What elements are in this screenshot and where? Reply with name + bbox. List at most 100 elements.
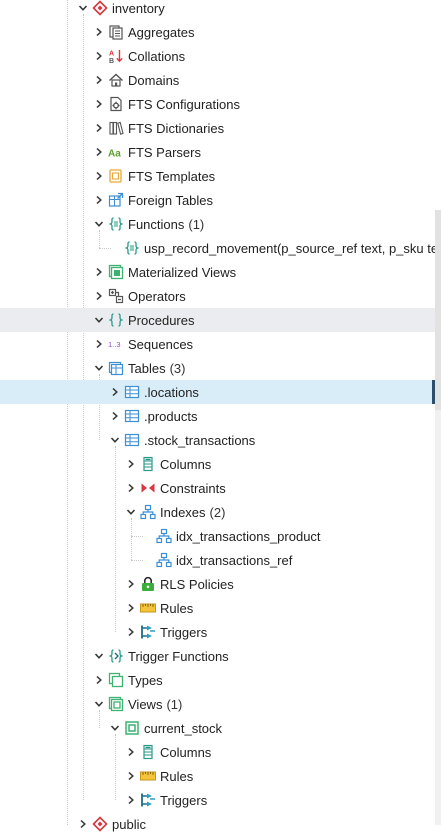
chevron-right-icon[interactable] [92, 116, 106, 140]
tree-node-label: .locations [144, 384, 199, 400]
tree-node-foreign-tables[interactable]: Foreign Tables [0, 188, 435, 212]
chevron-down-icon[interactable] [92, 308, 106, 332]
tree-node-procedures[interactable]: Procedures [0, 308, 435, 332]
tree-node-fts-configurations[interactable]: FTS Configurations [0, 92, 435, 116]
chevron-right-icon[interactable] [92, 188, 106, 212]
chevron-right-icon[interactable] [124, 740, 138, 764]
tree-node-index[interactable]: idx_transactions_product [0, 524, 435, 548]
chevron-right-icon[interactable] [124, 620, 138, 644]
chevron-right-icon[interactable] [108, 404, 122, 428]
tree-node-table[interactable]: .locations [0, 380, 435, 404]
types-icon [108, 672, 124, 688]
tree-node-indexes[interactable]: Indexes (2) [0, 500, 435, 524]
chevron-right-icon[interactable] [92, 68, 106, 92]
tree-node-schema[interactable]: inventory [0, 0, 435, 20]
tree-node-label: Types [128, 672, 163, 688]
chevron-right-icon[interactable] [92, 92, 106, 116]
tree-node-label: Aggregates [128, 24, 195, 40]
vertical-scrollbar-thumb[interactable] [435, 210, 441, 410]
tree-node-index[interactable]: idx_transactions_ref [0, 548, 435, 572]
tree-node-label: .products [144, 408, 198, 424]
leaf-spacer [140, 524, 154, 548]
tree-node-rules[interactable]: Rules [0, 596, 435, 620]
rls-policies-icon [140, 576, 156, 592]
tree-node-count: (1) [166, 696, 183, 712]
tree-node-triggers[interactable]: Triggers [0, 620, 435, 644]
tree-node-rls-policies[interactable]: RLS Policies [0, 572, 435, 596]
chevron-right-icon[interactable] [124, 572, 138, 596]
tree-node-trigger-functions[interactable]: Trigger Functions [0, 644, 435, 668]
chevron-right-icon[interactable] [92, 332, 106, 356]
chevron-right-icon[interactable] [76, 812, 90, 836]
operators-icon [108, 288, 124, 304]
functions-icon [108, 216, 124, 232]
tree-node-sequences[interactable]: 1..3 Sequences [0, 332, 435, 356]
chevron-down-icon[interactable] [124, 500, 138, 524]
chevron-right-icon[interactable] [92, 164, 106, 188]
chevron-right-icon[interactable] [92, 260, 106, 284]
tree-node-columns[interactable]: Columns [0, 740, 435, 764]
chevron-right-icon[interactable] [92, 668, 106, 692]
tree-node-columns[interactable]: Columns [0, 452, 435, 476]
tree-node-collations[interactable]: A B Collations [0, 44, 435, 68]
selection-indicator [432, 380, 435, 404]
tree-node-label: Operators [128, 288, 186, 304]
fts-templates-icon [108, 168, 124, 184]
tree-node-aggregates[interactable]: Aggregates [0, 20, 435, 44]
tree-node-view[interactable]: current_stock [0, 716, 435, 740]
chevron-right-icon[interactable] [124, 764, 138, 788]
chevron-right-icon[interactable] [92, 20, 106, 44]
tree-node-domains[interactable]: Domains [0, 68, 435, 92]
tree-node-operators[interactable]: Operators [0, 284, 435, 308]
domains-icon [108, 72, 124, 88]
chevron-down-icon[interactable] [92, 644, 106, 668]
tree-node-label: Tables [128, 360, 166, 376]
chevron-right-icon[interactable] [124, 452, 138, 476]
tree-node-views[interactable]: Views (1) [0, 692, 435, 716]
svg-text:1..3: 1..3 [108, 340, 121, 349]
table-icon [124, 408, 140, 424]
chevron-right-icon[interactable] [124, 596, 138, 620]
chevron-down-icon[interactable] [92, 212, 106, 236]
tree-node-label: Rules [160, 600, 194, 616]
chevron-right-icon[interactable] [92, 44, 106, 68]
tree-node-fts-dictionaries[interactable]: FTS Dictionaries [0, 116, 435, 140]
tree-node-label: usp_record_movement(p_source_ref text, p… [144, 240, 435, 256]
tree-node-table[interactable]: .products [0, 404, 435, 428]
tree-node-rules[interactable]: Rules [0, 764, 435, 788]
schema-icon [92, 816, 108, 832]
chevron-down-icon[interactable] [108, 428, 122, 452]
tree-node-table[interactable]: .stock_transactions [0, 428, 435, 452]
chevron-down-icon[interactable] [92, 692, 106, 716]
tree-node-label: RLS Policies [160, 576, 234, 592]
tree-node-count: (1) [188, 216, 205, 232]
tree-node-label: Columns [160, 744, 212, 760]
tree-node-function[interactable]: usp_record_movement(p_source_ref text, p… [0, 236, 435, 260]
tree-node-fts-templates[interactable]: FTS Templates [0, 164, 435, 188]
tree-node-label: Domains [128, 72, 180, 88]
chevron-down-icon[interactable] [76, 0, 90, 20]
table-icon [124, 432, 140, 448]
tree-node-label: Trigger Functions [128, 648, 229, 664]
tree-node-triggers[interactable]: Triggers [0, 788, 435, 812]
tree-node-label: Sequences [128, 336, 194, 352]
svg-text:A: A [109, 51, 114, 58]
tree-node-schema[interactable]: public [0, 812, 435, 836]
chevron-right-icon[interactable] [108, 380, 122, 404]
chevron-right-icon[interactable] [92, 140, 106, 164]
chevron-down-icon[interactable] [92, 356, 106, 380]
chevron-right-icon[interactable] [92, 284, 106, 308]
tree-node-types[interactable]: Types [0, 668, 435, 692]
indexes-icon [140, 504, 156, 520]
tree-node-materialized-views[interactable]: Materialized Views [0, 260, 435, 284]
chevron-down-icon[interactable] [108, 716, 122, 740]
tree-node-constraints[interactable]: Constraints [0, 476, 435, 500]
columns-icon [140, 456, 156, 472]
chevron-right-icon[interactable] [124, 476, 138, 500]
tree-node-functions[interactable]: Functions (1) [0, 212, 435, 236]
aggregates-icon [108, 24, 124, 40]
tree-node-fts-parsers[interactable]: Aa FTS Parsers [0, 140, 435, 164]
foreign-tables-icon [108, 192, 124, 208]
tree-node-tables[interactable]: Tables (3) [0, 356, 435, 380]
chevron-right-icon[interactable] [124, 788, 138, 812]
